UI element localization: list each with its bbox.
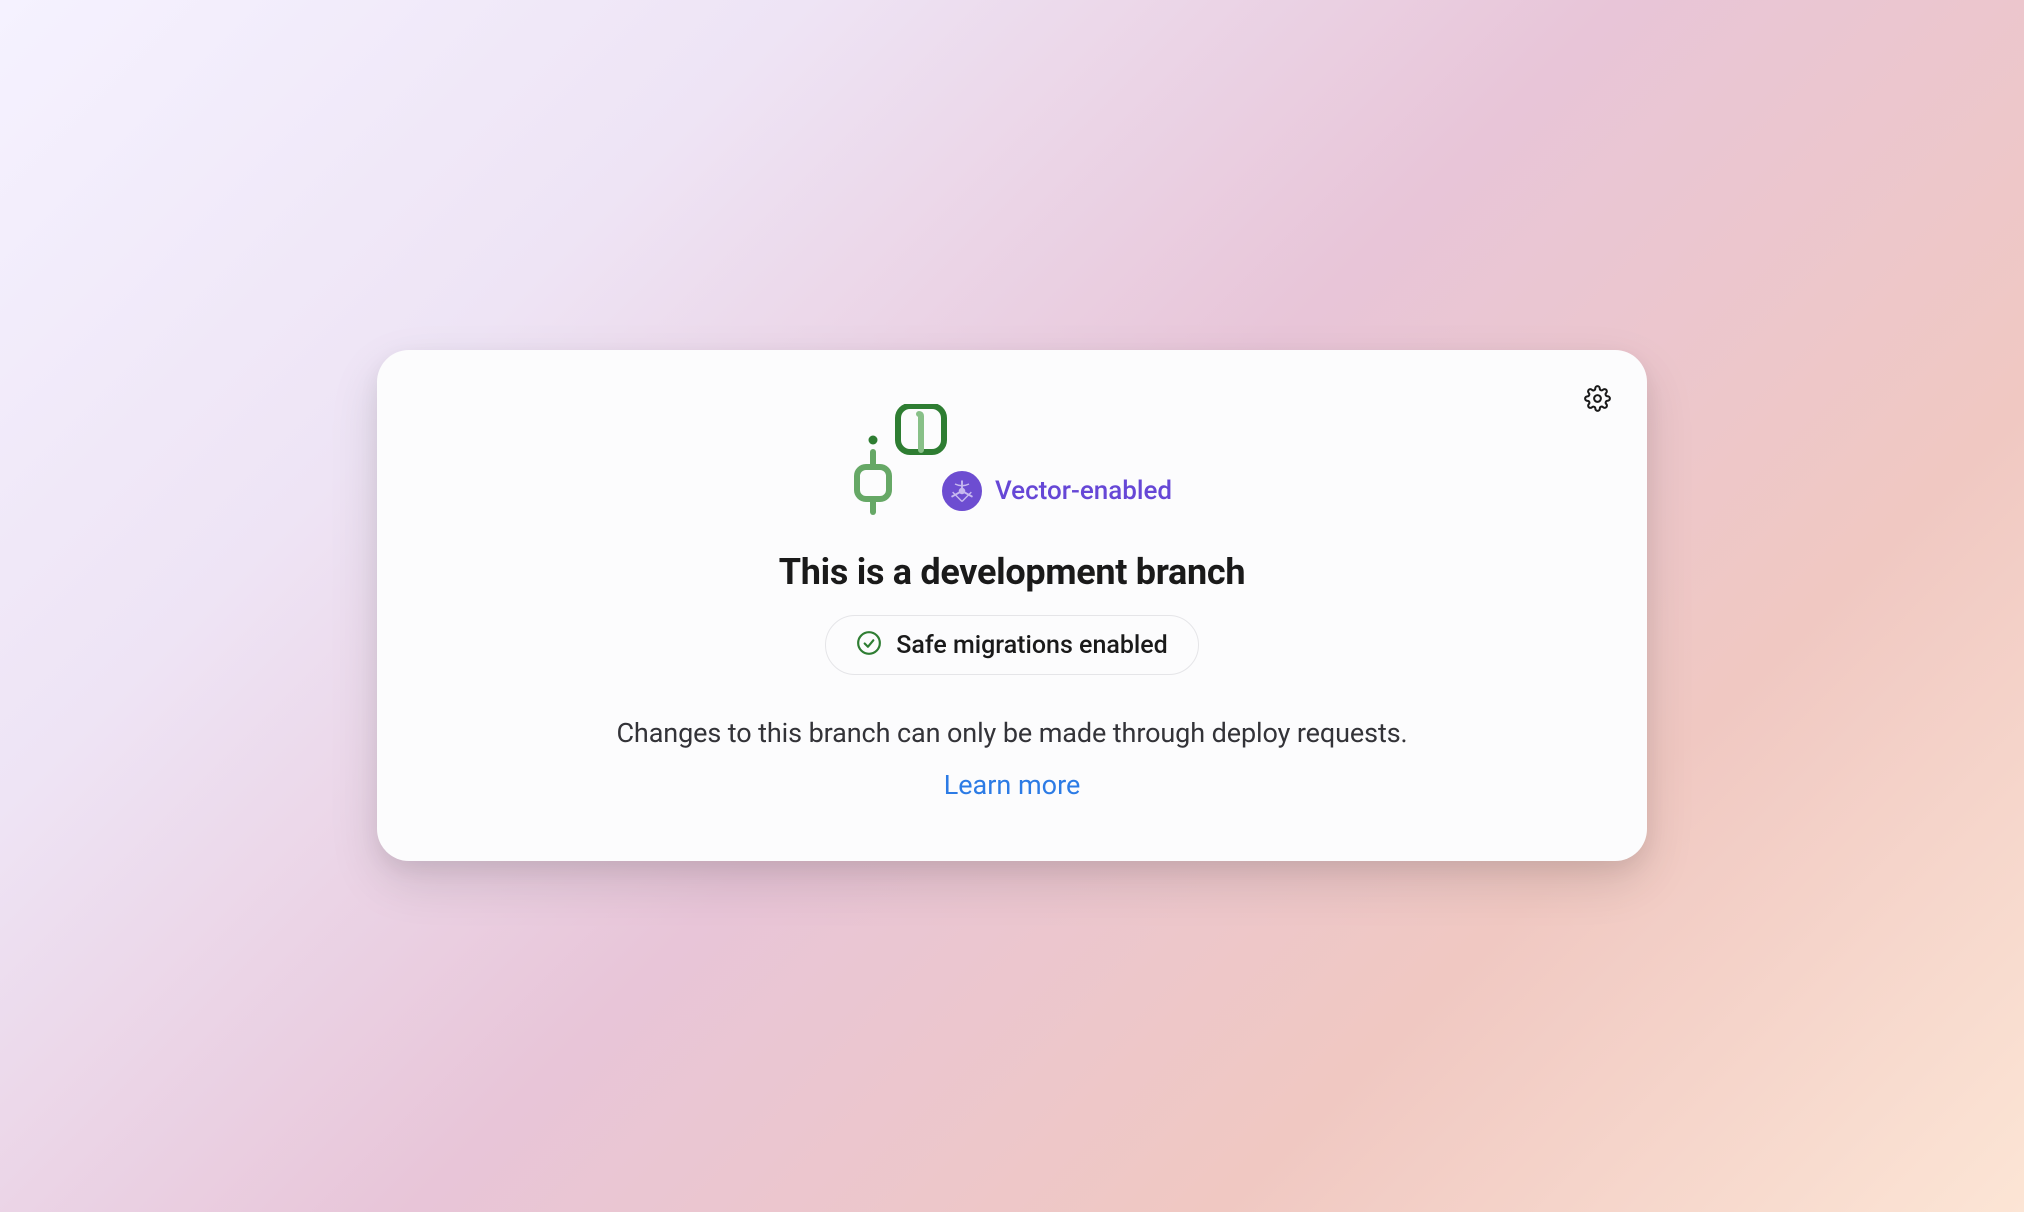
vector-enabled-badge: Vector-enabled <box>939 468 1172 514</box>
status-text: Safe migrations enabled <box>896 631 1168 660</box>
page-title: This is a development branch <box>779 551 1245 593</box>
gear-icon <box>1584 385 1611 415</box>
safe-migrations-status: Safe migrations enabled <box>825 615 1199 675</box>
vector-enabled-label: Vector-enabled <box>995 476 1172 506</box>
learn-more-link[interactable]: Learn more <box>944 769 1081 801</box>
description-text: Changes to this branch can only be made … <box>616 717 1407 749</box>
check-circle-icon <box>856 630 882 660</box>
branch-illustration <box>852 404 947 519</box>
illustration-row: Vector-enabled <box>852 404 1172 519</box>
branch-info-card: Vector-enabled This is a development bra… <box>377 350 1647 861</box>
settings-button[interactable] <box>1579 382 1615 418</box>
